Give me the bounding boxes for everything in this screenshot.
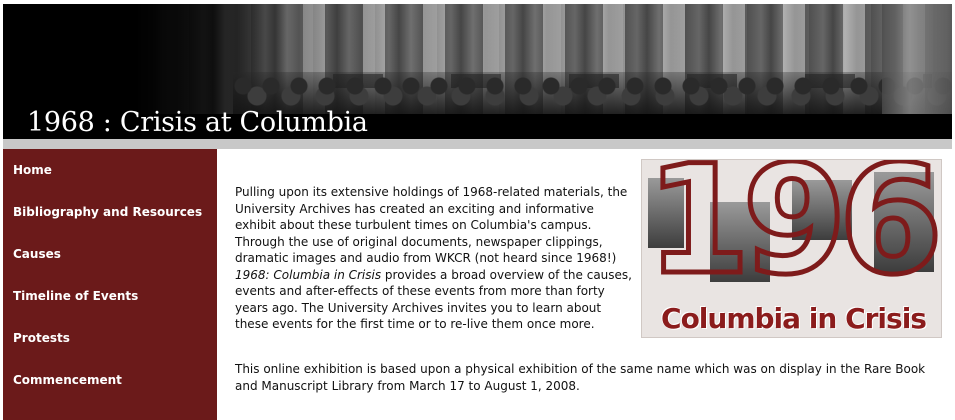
header-banner-image <box>3 4 952 114</box>
exhibit-image-number: 1968 <box>643 159 941 308</box>
main-content: Pulling upon its extensive holdings of 1… <box>217 149 952 420</box>
sidebar-item-timeline[interactable]: Timeline of Events <box>13 289 138 303</box>
exhibit-title-italic: 1968: Columbia in Crisis <box>235 267 382 282</box>
exhibition-note: This online exhibition is based upon a p… <box>235 362 926 393</box>
sidebar-nav: Home Bibliography and Resources Causes T… <box>3 149 217 420</box>
exhibit-image-subtitle: Columbia in Crisis <box>661 302 927 335</box>
header-divider <box>3 139 952 149</box>
intro-paragraph: Pulling upon its extensive holdings of 1… <box>235 184 635 333</box>
site-header: 1968 : Crisis at Columbia <box>3 4 952 139</box>
sidebar-item-bibliography[interactable]: Bibliography and Resources <box>13 205 202 219</box>
intro-text-1: Pulling upon its extensive holdings of 1… <box>235 185 628 265</box>
site-title: 1968 : Crisis at Columbia <box>27 107 368 138</box>
sidebar-item-commencement[interactable]: Commencement <box>13 373 122 387</box>
sidebar-item-protests[interactable]: Protests <box>13 331 70 345</box>
sidebar-item-causes[interactable]: Causes <box>13 247 61 261</box>
exhibit-poster-image: 1968 Columbia in Crisis <box>641 159 942 338</box>
sidebar-item-home[interactable]: Home <box>13 163 52 177</box>
